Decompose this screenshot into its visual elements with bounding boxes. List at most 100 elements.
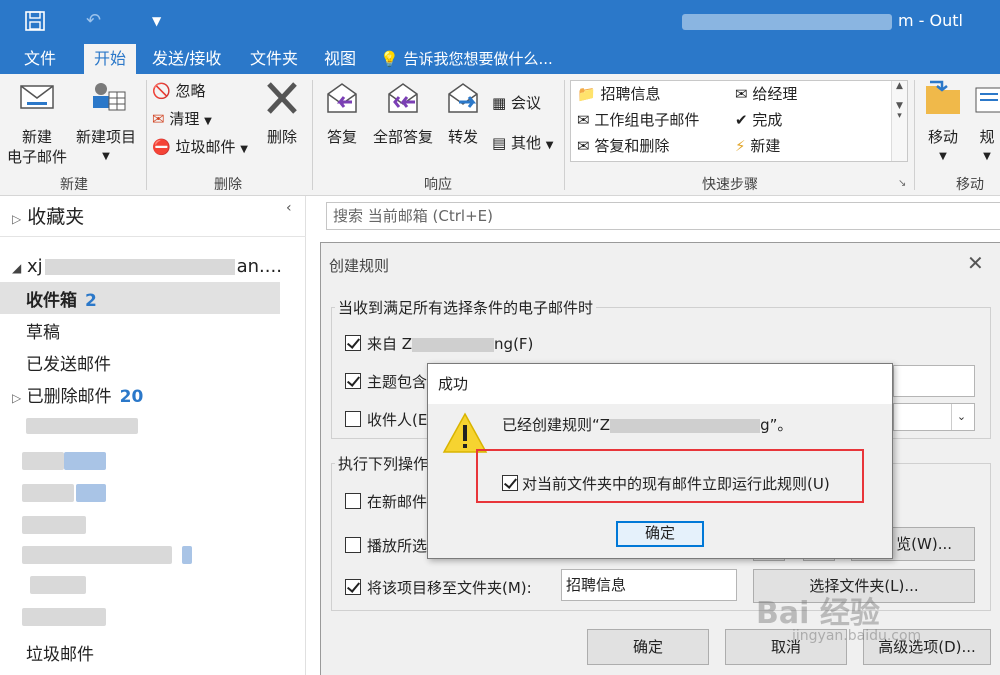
chevron-down-icon: ▼: [102, 151, 110, 162]
move-button[interactable]: 移动 ▼: [918, 80, 968, 167]
rules-button[interactable]: 规 ▼: [972, 80, 1000, 167]
reply-delete-icon: ✉: [577, 137, 590, 155]
new-mail-alert-checkbox[interactable]: [345, 493, 361, 509]
quickstep-done[interactable]: ✔ 完成: [735, 109, 782, 131]
group-label-new: 新建: [60, 177, 88, 193]
move-to-folder-label: 将该项目移至文件夹(M):: [367, 579, 532, 597]
ignore-button[interactable]: 🚫 忽略: [152, 80, 205, 102]
redacted-folder[interactable]: [22, 546, 172, 564]
from-checkbox[interactable]: [345, 335, 361, 351]
play-sound-checkbox[interactable]: [345, 537, 361, 553]
quickstep-team-email[interactable]: ✉ 工作组电子邮件: [577, 109, 699, 131]
chevron-down-icon: ▼: [240, 144, 248, 155]
subject-label: 主题包含: [367, 373, 428, 391]
subject-checkbox[interactable]: [345, 373, 361, 389]
quick-steps-scrollbar[interactable]: ▲ ▼ ▾: [891, 81, 907, 161]
baidu-watermark: Bai 经验: [756, 596, 880, 631]
folder-deleted[interactable]: ▷ 已删除邮件 20: [12, 382, 143, 407]
redacted-folder[interactable]: [26, 418, 138, 434]
calendar-icon: ▦: [492, 94, 507, 112]
new-mail-alert-label: 在新邮件: [367, 493, 428, 511]
more-icon: ▤: [492, 134, 507, 152]
menu-bar: 文件 开始 发送/接收 文件夹 视图 💡 告诉我您想要做什么...: [0, 44, 1000, 74]
clean-up-button[interactable]: ✉ 清理 ▼: [152, 108, 212, 133]
chevron-right-icon: ▷: [12, 212, 22, 226]
redacted-text: [412, 337, 495, 352]
divider: [0, 236, 306, 237]
folder-sent[interactable]: 已发送邮件: [26, 350, 111, 375]
account-header[interactable]: ◢ xj an....: [12, 256, 282, 277]
recipient-label: 收件人(E: [367, 411, 428, 429]
collapse-pane-icon[interactable]: ‹: [286, 200, 292, 216]
new-items-button[interactable]: 新建项目 ▼: [72, 80, 140, 167]
chevron-down-icon: ▼: [983, 151, 991, 162]
redacted-folder[interactable]: [22, 608, 106, 626]
tab-file[interactable]: 文件: [14, 44, 66, 74]
lightbulb-icon: 💡: [380, 50, 399, 68]
search-input[interactable]: 搜索 当前邮箱 (Ctrl+E): [326, 202, 1000, 230]
group-label-quick-steps: 快速步骤: [702, 177, 758, 193]
forward-button[interactable]: 转发: [440, 80, 486, 147]
tab-view[interactable]: 视图: [314, 44, 366, 74]
folder-drafts[interactable]: 草稿: [26, 318, 60, 343]
success-ok-button[interactable]: 确定: [616, 521, 704, 547]
reply-all-button[interactable]: 全部答复: [368, 80, 438, 147]
quick-steps-gallery: 📁 招聘信息 ✉ 工作组电子邮件 ✉ 答复和删除 ✉ 给经理 ✔ 完成 ⚡ 新建…: [570, 80, 908, 162]
subject-text-input[interactable]: [893, 365, 975, 397]
chevron-right-icon: ▷: [12, 391, 22, 405]
reply-button[interactable]: 答复: [318, 80, 366, 147]
folder-icon: 📁: [577, 85, 596, 103]
quickstep-new[interactable]: ⚡ 新建: [735, 135, 780, 157]
folder-junk[interactable]: 垃圾邮件: [26, 640, 94, 665]
redacted-folder[interactable]: [22, 484, 74, 502]
recipient-checkbox[interactable]: [345, 411, 361, 427]
ignore-icon: 🚫: [152, 82, 171, 100]
redacted-text: [44, 259, 235, 275]
warning-icon: [442, 412, 488, 453]
tab-home[interactable]: 开始: [84, 44, 137, 74]
delete-x-icon: [267, 82, 297, 114]
delete-button[interactable]: 删除: [258, 80, 306, 147]
junk-icon: ⛔: [152, 138, 171, 156]
chevron-down-icon[interactable]: ⌄: [951, 404, 971, 430]
tell-me-box[interactable]: 💡 告诉我您想要做什么...: [380, 44, 553, 74]
redacted-folder[interactable]: [30, 576, 86, 594]
quick-access-dropdown-icon[interactable]: ▼: [152, 14, 161, 28]
new-email-button[interactable]: 新建 电子邮件: [4, 80, 70, 167]
redacted-folder[interactable]: [22, 452, 64, 470]
window-title: m - Outl: [682, 11, 963, 30]
quickstep-recruitment[interactable]: 📁 招聘信息: [577, 83, 660, 105]
redacted-folder-count: [64, 452, 106, 470]
dialog-launcher-icon[interactable]: ↘: [898, 178, 906, 189]
new-email-icon: [20, 85, 54, 109]
baidu-watermark-url: jingyan.baidu.com: [792, 628, 922, 644]
tab-send-receive[interactable]: 发送/接收: [142, 44, 231, 74]
tab-folder[interactable]: 文件夹: [240, 44, 308, 74]
rule-ok-button[interactable]: 确定: [587, 629, 709, 665]
more-respond-button[interactable]: ▤ 其他 ▼: [492, 132, 553, 157]
junk-button[interactable]: ⛔ 垃圾邮件 ▼: [152, 136, 248, 161]
favorites-header[interactable]: ▷ 收藏夹: [12, 202, 84, 229]
move-to-folder-checkbox[interactable]: [345, 579, 361, 595]
group-label-respond: 响应: [424, 177, 452, 193]
play-sound-label: 播放所选: [367, 537, 428, 555]
redacted-folder-count: [182, 546, 192, 564]
close-icon[interactable]: ✕: [967, 251, 984, 275]
outlook-save-icon[interactable]: [24, 10, 46, 37]
folder-inbox[interactable]: 收件箱 2: [26, 286, 97, 311]
actions-legend: 执行下列操作: [335, 453, 432, 474]
quickstep-reply-delete[interactable]: ✉ 答复和删除: [577, 135, 669, 157]
reply-all-icon: [388, 83, 418, 113]
meeting-button[interactable]: ▦ 会议: [492, 92, 541, 114]
move-folder-icon: [926, 80, 960, 114]
reply-icon: [327, 83, 357, 113]
redacted-folder[interactable]: [22, 516, 86, 534]
undo-icon[interactable]: ↶: [86, 10, 101, 31]
success-dialog-title: 成功: [428, 364, 892, 404]
from-label: 来自 Zng(F): [367, 335, 534, 353]
run-rule-now-checkbox[interactable]: [502, 475, 518, 491]
group-separator: [564, 80, 565, 190]
forward-icon: [448, 83, 478, 113]
chevron-down-icon: ▼: [545, 140, 554, 151]
quickstep-to-manager[interactable]: ✉ 给经理: [735, 83, 797, 105]
